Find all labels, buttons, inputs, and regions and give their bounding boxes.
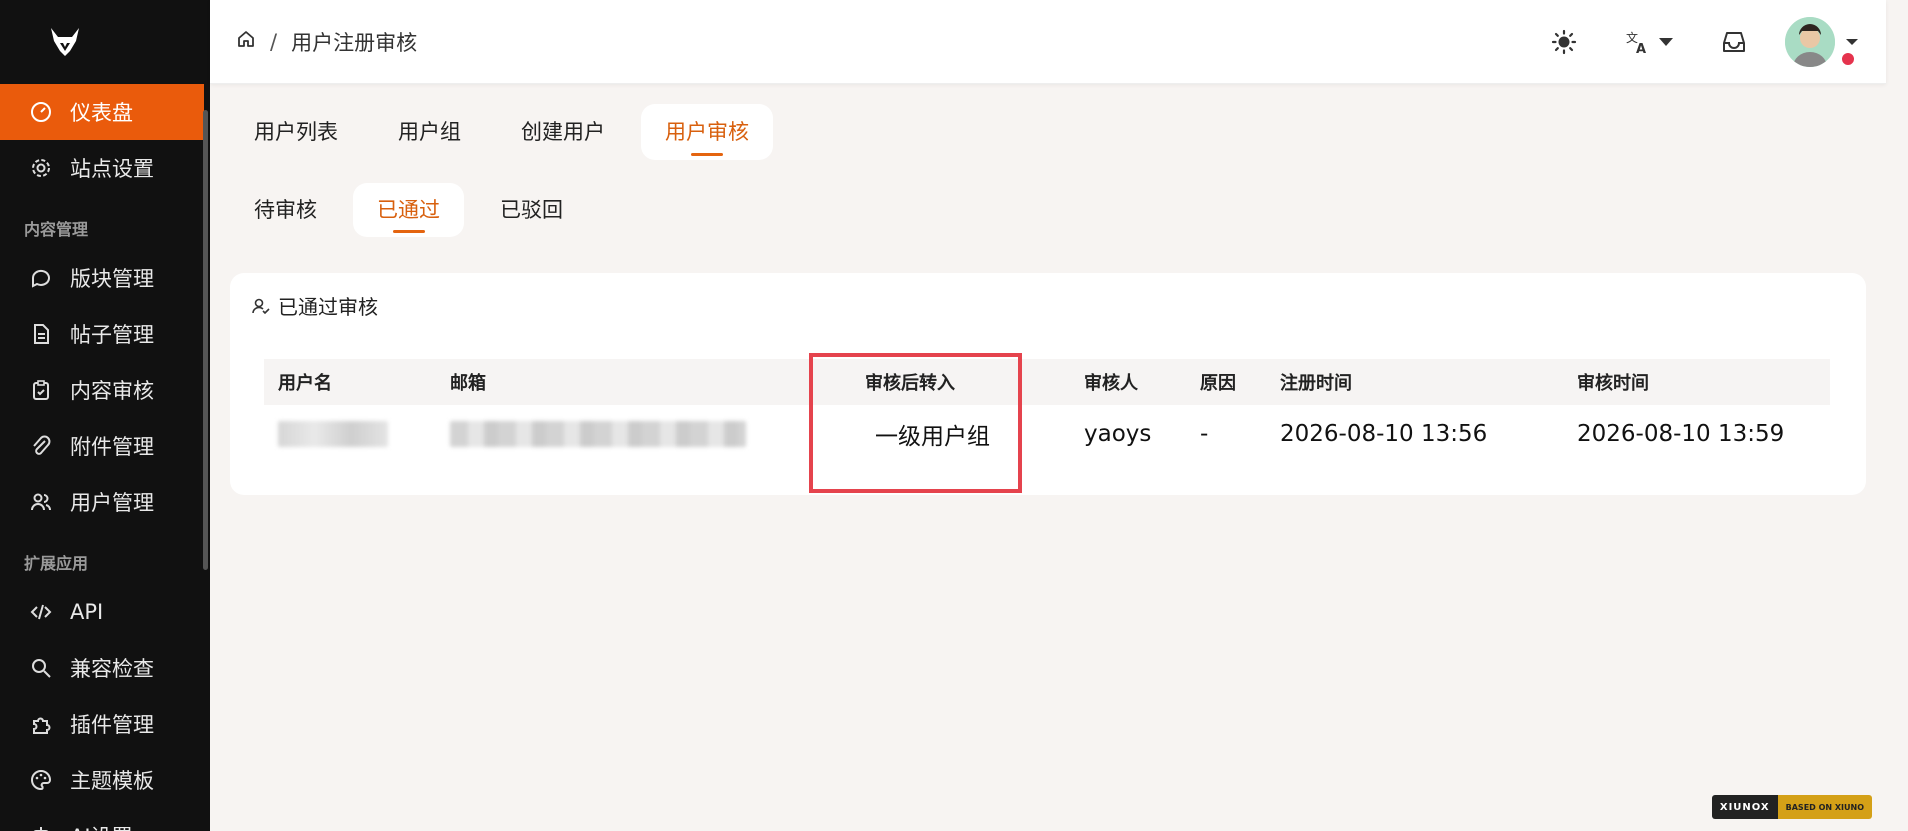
sidebar-item-label: 用户管理 (70, 491, 154, 515)
document-icon (28, 321, 54, 347)
caret-down-icon (1659, 38, 1673, 46)
sidebar-item-label: 站点设置 (70, 157, 154, 181)
sidebar-item-api[interactable]: API (0, 584, 210, 640)
sidebar-item-ai-settings[interactable]: AI设置 (0, 808, 210, 831)
cell-reason: - (1200, 421, 1209, 447)
tab-user-groups[interactable]: 用户组 (374, 104, 485, 160)
sidebar-item-posts[interactable]: 帖子管理 (0, 306, 210, 362)
highlight-box (809, 353, 1022, 493)
inbox-button[interactable] (1714, 22, 1754, 62)
sidebar-item-label: AI设置 (70, 821, 133, 831)
breadcrumb: / 用户注册审核 (210, 27, 417, 57)
tab-rejected[interactable]: 已驳回 (476, 183, 587, 237)
footer-badge[interactable]: XIUNOX BASED ON XIUNO (1711, 795, 1872, 819)
theme-toggle-button[interactable] (1544, 22, 1584, 62)
review-status-tabs: 待审核 已通过 已驳回 (230, 183, 599, 237)
inbox-icon (1723, 32, 1745, 52)
gear-icon (28, 155, 54, 181)
sidebar-item-attachments[interactable]: 附件管理 (0, 418, 210, 474)
language-dropdown[interactable]: 文 A (1620, 22, 1680, 62)
svg-text:A: A (1636, 42, 1646, 55)
cell-email-redacted (450, 421, 746, 447)
code-icon (28, 599, 54, 625)
user-check-icon (250, 295, 272, 317)
sidebar-item-label: 仪表盘 (70, 101, 133, 125)
cell-registered-at: 2026-08-10 13:56 (1280, 421, 1488, 447)
sidebar-item-label: 插件管理 (70, 713, 154, 737)
bull-logo-icon (51, 28, 79, 56)
users-icon (28, 489, 54, 515)
breadcrumb-current: 用户注册审核 (291, 30, 418, 55)
cell-reviewed-at: 2026-08-10 13:59 (1577, 421, 1785, 447)
sidebar-item-boards[interactable]: 版块管理 (0, 250, 210, 306)
column-reviewer: 审核人 (1084, 373, 1138, 394)
card-title: 已通过审核 (250, 291, 378, 320)
column-registered-at: 注册时间 (1280, 373, 1352, 394)
sidebar-item-content-review[interactable]: 内容审核 (0, 362, 210, 418)
tab-user-review[interactable]: 用户审核 (641, 104, 773, 160)
badge-left: XIUNOX (1711, 795, 1778, 819)
approved-card: 已通过审核 用户名 邮箱 审核后转入 审核人 原因 注册时间 审核时间 一级用户… (230, 273, 1866, 495)
table-header: 用户名 邮箱 审核后转入 审核人 原因 注册时间 审核时间 (264, 359, 1830, 405)
avatar (1785, 17, 1835, 67)
sidebar-item-plugins[interactable]: 插件管理 (0, 696, 210, 752)
sidebar-item-label: 附件管理 (70, 435, 154, 459)
top-bar: / 用户注册审核 文 A (210, 0, 1886, 84)
sidebar-item-label: 版块管理 (70, 267, 154, 291)
sidebar-item-label: 主题模板 (70, 769, 154, 793)
verified-badge-icon (1840, 51, 1856, 67)
tab-create-user[interactable]: 创建用户 (497, 104, 629, 160)
clipboard-check-icon (28, 377, 54, 403)
dashboard-icon (28, 99, 54, 125)
sidebar-item-dashboard[interactable]: 仪表盘 (0, 84, 204, 140)
sidebar: 仪表盘 站点设置 内容管理 版块管理 帖子管理 内容审核 附件管理 用户管理 扩… (0, 0, 210, 831)
sidebar-scrollbar[interactable] (203, 110, 208, 570)
ai-icon (28, 823, 54, 831)
sidebar-item-compat-check[interactable]: 兼容检查 (0, 640, 210, 696)
sidebar-item-site-settings[interactable]: 站点设置 (0, 140, 210, 196)
home-icon[interactable] (236, 29, 256, 54)
puzzle-icon (28, 711, 54, 737)
sidebar-item-label: API (70, 600, 104, 624)
translate-icon: 文 A (1626, 30, 1646, 55)
approved-table: 用户名 邮箱 审核后转入 审核人 原因 注册时间 审核时间 一级用户组 yaoy… (264, 359, 1830, 463)
column-reviewed-at: 审核时间 (1577, 373, 1649, 394)
cell-reviewer: yaoys (1084, 421, 1152, 447)
chat-bubble-icon (28, 265, 54, 291)
top-actions: 文 A (1544, 0, 1886, 84)
column-email: 邮箱 (450, 373, 486, 394)
badge-right: BASED ON XIUNO (1777, 795, 1872, 819)
sidebar-section-title: 内容管理 (24, 220, 89, 239)
sidebar-item-label: 内容审核 (70, 379, 154, 403)
logo[interactable] (0, 0, 210, 84)
table-row[interactable]: 一级用户组 yaoys - 2026-08-10 13:56 2026-08-1… (264, 405, 1830, 463)
tab-user-list[interactable]: 用户列表 (230, 104, 362, 160)
cell-username-redacted (278, 421, 388, 447)
tab-pending[interactable]: 待审核 (230, 183, 341, 237)
tab-approved[interactable]: 已通过 (353, 183, 464, 237)
sidebar-item-label: 帖子管理 (70, 323, 154, 347)
search-icon (28, 655, 54, 681)
sidebar-item-label: 兼容检查 (70, 657, 154, 681)
user-menu-button[interactable] (1784, 14, 1860, 70)
main-tabs: 用户列表 用户组 创建用户 用户审核 (230, 104, 785, 160)
breadcrumb-separator: / (270, 29, 278, 54)
paperclip-icon (28, 433, 54, 459)
sidebar-item-themes[interactable]: 主题模板 (0, 752, 210, 808)
sun-icon (1551, 29, 1577, 55)
card-title-text: 已通过审核 (278, 295, 378, 319)
sidebar-item-users[interactable]: 用户管理 (0, 474, 210, 530)
palette-icon (28, 767, 54, 793)
column-reason: 原因 (1200, 373, 1236, 394)
column-username: 用户名 (278, 373, 332, 394)
caret-down-icon (1846, 39, 1858, 45)
sidebar-section-title: 扩展应用 (24, 554, 89, 573)
